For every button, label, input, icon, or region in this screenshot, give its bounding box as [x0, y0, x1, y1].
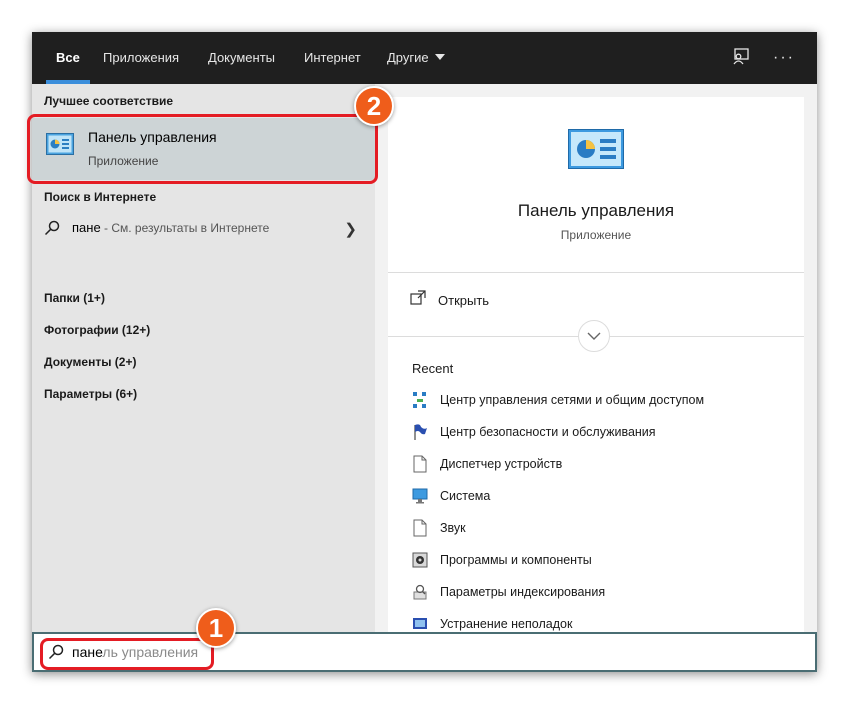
feedback-icon[interactable]	[729, 46, 753, 70]
step-badge-1: 1	[196, 608, 236, 648]
tab-all[interactable]: Все	[56, 32, 80, 84]
document-icon	[413, 455, 427, 473]
open-icon	[410, 290, 426, 305]
monitor-icon	[412, 488, 428, 504]
recent-item-label: Параметры индексирования	[440, 585, 606, 599]
recent-item-label: Звук	[440, 521, 466, 535]
chevron-down-icon	[434, 54, 445, 60]
web-search-result[interactable]: пане - См. результаты в Интернете ❯	[32, 211, 375, 245]
chevron-right-icon: ❯	[344, 221, 357, 238]
best-match-header: Лучшее соответствие	[44, 94, 174, 108]
recent-item-label: Устранение неполадок	[440, 617, 573, 631]
search-tabs-bar: Все Приложения Документы Интернет Другие…	[32, 32, 817, 84]
category-photos[interactable]: Фотографии (12+)	[44, 323, 150, 337]
divider	[388, 272, 804, 273]
search-icon	[44, 220, 60, 236]
troubleshoot-icon	[413, 618, 427, 629]
tab-apps[interactable]: Приложения	[103, 32, 179, 84]
tab-internet[interactable]: Интернет	[304, 32, 361, 84]
flag-icon	[414, 424, 427, 440]
highlight-best-match	[27, 114, 378, 184]
tab-documents[interactable]: Документы	[208, 32, 275, 84]
document-icon	[413, 519, 427, 537]
preview-pane: Панель управления Приложение Открыть Rec…	[375, 84, 817, 632]
control-panel-icon-large	[568, 129, 624, 169]
tab-other[interactable]: Другие	[387, 32, 445, 84]
web-query-text: пане	[72, 220, 101, 235]
preview-card: Панель управления Приложение Открыть Rec…	[388, 97, 804, 632]
open-action[interactable]: Открыть	[438, 293, 489, 308]
recent-header: Recent	[412, 361, 454, 376]
category-settings[interactable]: Параметры (6+)	[44, 387, 137, 401]
preview-app-type: Приложение	[560, 228, 632, 242]
preview-app-name: Панель управления	[517, 201, 675, 220]
indexing-icon	[413, 584, 427, 600]
highlight-search-input	[40, 638, 214, 670]
recent-item-label: Система	[440, 489, 491, 503]
category-folders[interactable]: Папки (1+)	[44, 291, 105, 305]
recent-item-label: Диспетчер устройств	[440, 457, 563, 471]
web-search-header: Поиск в Интернете	[44, 190, 157, 204]
recent-item-label: Центр безопасности и обслуживания	[440, 425, 656, 439]
web-search-query: пане - См. результаты в Интернете	[72, 220, 269, 235]
expand-button[interactable]	[578, 320, 610, 352]
web-query-hint: - См. результаты в Интернете	[100, 221, 270, 235]
recent-item-label: Центр управления сетями и общим доступом	[440, 393, 705, 407]
category-documents[interactable]: Документы (2+)	[44, 355, 136, 369]
network-icon	[413, 392, 426, 408]
programs-icon	[412, 552, 428, 568]
step-badge-2: 2	[354, 86, 394, 126]
recent-item-label: Программы и компоненты	[440, 553, 592, 567]
chevron-down-icon	[587, 332, 601, 340]
tab-other-label: Другие	[387, 50, 429, 65]
more-icon[interactable]: ···	[772, 46, 796, 70]
